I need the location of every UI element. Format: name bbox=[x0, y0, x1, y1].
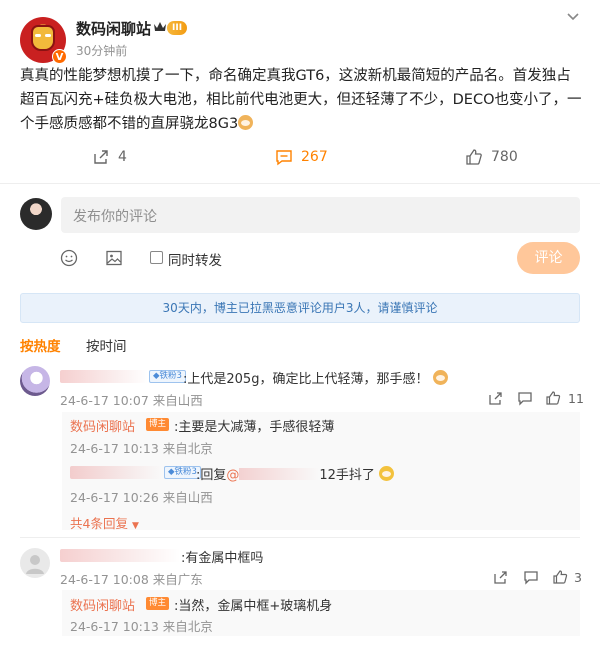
comment-icon bbox=[276, 150, 292, 166]
like-button[interactable]: 780 bbox=[465, 148, 518, 166]
comment-button[interactable]: 267 bbox=[275, 148, 328, 166]
comment-like-count: 11 bbox=[568, 391, 584, 406]
tab-sort-by-time[interactable]: 按时间 bbox=[86, 335, 127, 355]
comment-divider bbox=[20, 537, 580, 538]
comment-meta: 24-6-17 10:07 来自山西 bbox=[60, 393, 203, 408]
comment-icon[interactable] bbox=[523, 569, 539, 585]
tab-sort-by-hot[interactable]: 按热度 bbox=[20, 335, 61, 355]
crown-icon bbox=[154, 22, 166, 31]
comment-text: :有金属中框吗 bbox=[181, 551, 264, 566]
current-user-avatar[interactable] bbox=[20, 198, 52, 230]
share-icon[interactable] bbox=[493, 569, 509, 585]
reply-author-name[interactable]: 数码闲聊站 bbox=[70, 416, 135, 435]
emoji-icon[interactable] bbox=[60, 249, 78, 267]
mention-blurred bbox=[239, 468, 320, 480]
post-text: 真真的性能梦想机摸了一下，命名确定真我GT6，这波新机最简短的产品名。首发独占超… bbox=[20, 68, 582, 132]
share-icon[interactable] bbox=[488, 390, 504, 406]
comment-input[interactable]: 发布你的评论 bbox=[61, 197, 580, 233]
commenter-avatar[interactable] bbox=[20, 366, 50, 396]
reply-text-prefix: :回复 bbox=[196, 468, 227, 483]
reply-meta: 24-6-17 10:13 来自北京 bbox=[70, 619, 213, 634]
reply-meta: 24-6-17 10:26 来自山西 bbox=[70, 490, 213, 505]
verified-icon: V bbox=[52, 49, 67, 64]
level-badge: III bbox=[167, 21, 188, 35]
view-more-replies-link[interactable]: 共4条回复 ▼ bbox=[70, 513, 139, 532]
reply-author-name[interactable]: 数码闲聊站 bbox=[70, 595, 135, 614]
reply-text: :主要是大减薄，手感很轻薄 bbox=[174, 420, 335, 435]
comment-like-count: 3 bbox=[574, 570, 582, 585]
thumbs-up-icon bbox=[466, 149, 482, 165]
comment-text: :上代是205g，确定比上代轻薄，那手感！ bbox=[183, 368, 448, 387]
reply-text: :回复@ 12手抖了 bbox=[196, 464, 395, 483]
post-time[interactable]: 30分钟前 bbox=[76, 42, 127, 59]
author-badge: 博主 bbox=[146, 418, 170, 431]
commenter-name-blurred[interactable] bbox=[60, 549, 180, 562]
more-replies-label: 共4条回复 bbox=[70, 516, 128, 531]
comment-icon[interactable] bbox=[517, 390, 533, 406]
reply-text: :当然，金属中框+玻璃机身 bbox=[174, 599, 333, 614]
comment-text-content: :上代是205g，确定比上代轻薄，那手感！ bbox=[183, 372, 429, 387]
caret-down-icon: ▼ bbox=[131, 521, 139, 531]
comment-count: 267 bbox=[301, 149, 328, 165]
laughing-emoji-icon bbox=[379, 466, 395, 481]
author-name[interactable]: 数码闲聊站 bbox=[76, 18, 151, 39]
comment-meta: 24-6-17 10:08 来自广东 bbox=[60, 572, 203, 587]
fan-badge-label: 铁粉3 bbox=[174, 467, 197, 477]
post-action-bar: 4 267 780 bbox=[0, 148, 600, 172]
mention-link[interactable]: @ bbox=[226, 468, 239, 483]
reply-author-blurred[interactable] bbox=[70, 466, 162, 479]
moderation-notice: 30天内，博主已拉黑恶意评论用户3人，请谨慎评论 bbox=[20, 293, 580, 323]
cat-emoji-icon bbox=[238, 115, 254, 130]
repost-count: 4 bbox=[118, 149, 127, 165]
repost-checkbox-label[interactable]: 同时转发 bbox=[168, 249, 222, 269]
author-badge: 博主 bbox=[146, 597, 170, 610]
thumbs-up-icon[interactable] bbox=[545, 390, 561, 406]
fan-badge-label: 铁粉3 bbox=[159, 371, 182, 381]
default-avatar-icon bbox=[26, 555, 44, 574]
divider bbox=[0, 183, 600, 184]
fan-badge: ◆铁粉3 bbox=[149, 370, 186, 383]
like-count: 780 bbox=[491, 149, 518, 165]
share-icon bbox=[94, 150, 108, 164]
thumbs-up-icon[interactable] bbox=[552, 569, 568, 585]
weibo-post-card: V 数码闲聊站 III 30分钟前 真真的性能梦想机摸了一下，命名确定真我GT6… bbox=[0, 0, 600, 651]
repost-button[interactable]: 4 bbox=[92, 148, 127, 166]
chevron-down-icon[interactable] bbox=[566, 12, 580, 22]
commenter-avatar[interactable] bbox=[20, 548, 50, 578]
commenter-name-blurred[interactable] bbox=[60, 370, 148, 383]
image-icon[interactable] bbox=[105, 249, 123, 267]
post-body: 真真的性能梦想机摸了一下，命名确定真我GT6，这波新机最简短的产品名。首发独占超… bbox=[20, 64, 582, 136]
repost-checkbox[interactable] bbox=[150, 251, 163, 264]
reply-meta: 24-6-17 10:13 来自北京 bbox=[70, 441, 213, 456]
submit-comment-button[interactable]: 评论 bbox=[517, 242, 580, 274]
reply-text-suffix: 12手抖了 bbox=[319, 468, 375, 483]
cat-emoji-icon bbox=[432, 370, 448, 385]
